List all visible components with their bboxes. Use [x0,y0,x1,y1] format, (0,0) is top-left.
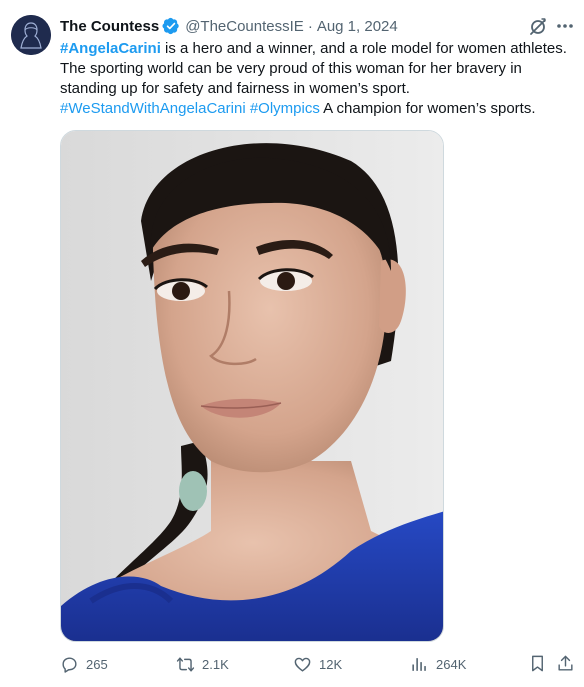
tweet-text: #AngelaCarini is a hero and a winner, an… [60,39,575,119]
tweet-photo[interactable] [60,130,444,642]
reply-icon [62,656,77,673]
grok-icon[interactable] [528,17,548,37]
like-icon [294,657,311,672]
bookmark-button[interactable] [528,654,547,673]
verified-badge-icon [162,17,180,35]
repost-icon [176,656,195,672]
tweet-actions: 265 2.1K 12K 264K [60,653,575,675]
tweet-text-segment: The sporting world can be very proud of … [60,60,522,77]
avatar[interactable] [11,15,51,55]
separator-dot: · [307,17,313,35]
more-icon[interactable] [555,16,575,36]
like-button[interactable]: 12K [293,653,342,675]
views-count: 264K [436,656,467,672]
reply-button[interactable]: 265 [60,653,108,675]
repost-count: 2.1K [202,656,229,672]
tweet[interactable]: The Countess @TheCountessIE · Aug 1, 202… [0,0,584,687]
tweet-date[interactable]: Aug 1, 2024 [317,18,398,35]
share-button[interactable] [556,654,575,673]
tweet-text-line: #WeStandWithAngelaCarini #Olympics A cha… [60,99,575,119]
hashtag-link[interactable]: #WeStandWithAngelaCarini [60,100,246,117]
hashtag-link[interactable]: #Olympics [250,100,320,117]
tweet-text-segment: is a hero and a winner, and a role model… [160,40,567,57]
repost-button[interactable]: 2.1K [176,653,229,675]
tweet-text-line: The sporting world can be very proud of … [60,59,575,79]
tweet-text-segment: A champion for women’s sports. [319,100,536,117]
views-icon [412,657,426,671]
bookmark-icon [532,655,543,672]
tweet-text-segment: standing up for safety and fairness in w… [60,80,410,97]
tweet-text-line: #AngelaCarini is a hero and a winner, an… [60,39,575,59]
author-handle[interactable]: @TheCountessIE [185,18,304,35]
tweet-header: The Countess @TheCountessIE · Aug 1, 202… [60,15,572,37]
tweet-text-line: standing up for safety and fairness in w… [60,79,575,99]
hashtag-link[interactable]: #AngelaCarini [60,40,161,57]
reply-count: 265 [86,656,108,672]
author-name[interactable]: The Countess [60,18,159,35]
like-count: 12K [319,656,343,672]
share-icon [558,655,573,671]
views-button[interactable]: 264K [410,653,466,675]
